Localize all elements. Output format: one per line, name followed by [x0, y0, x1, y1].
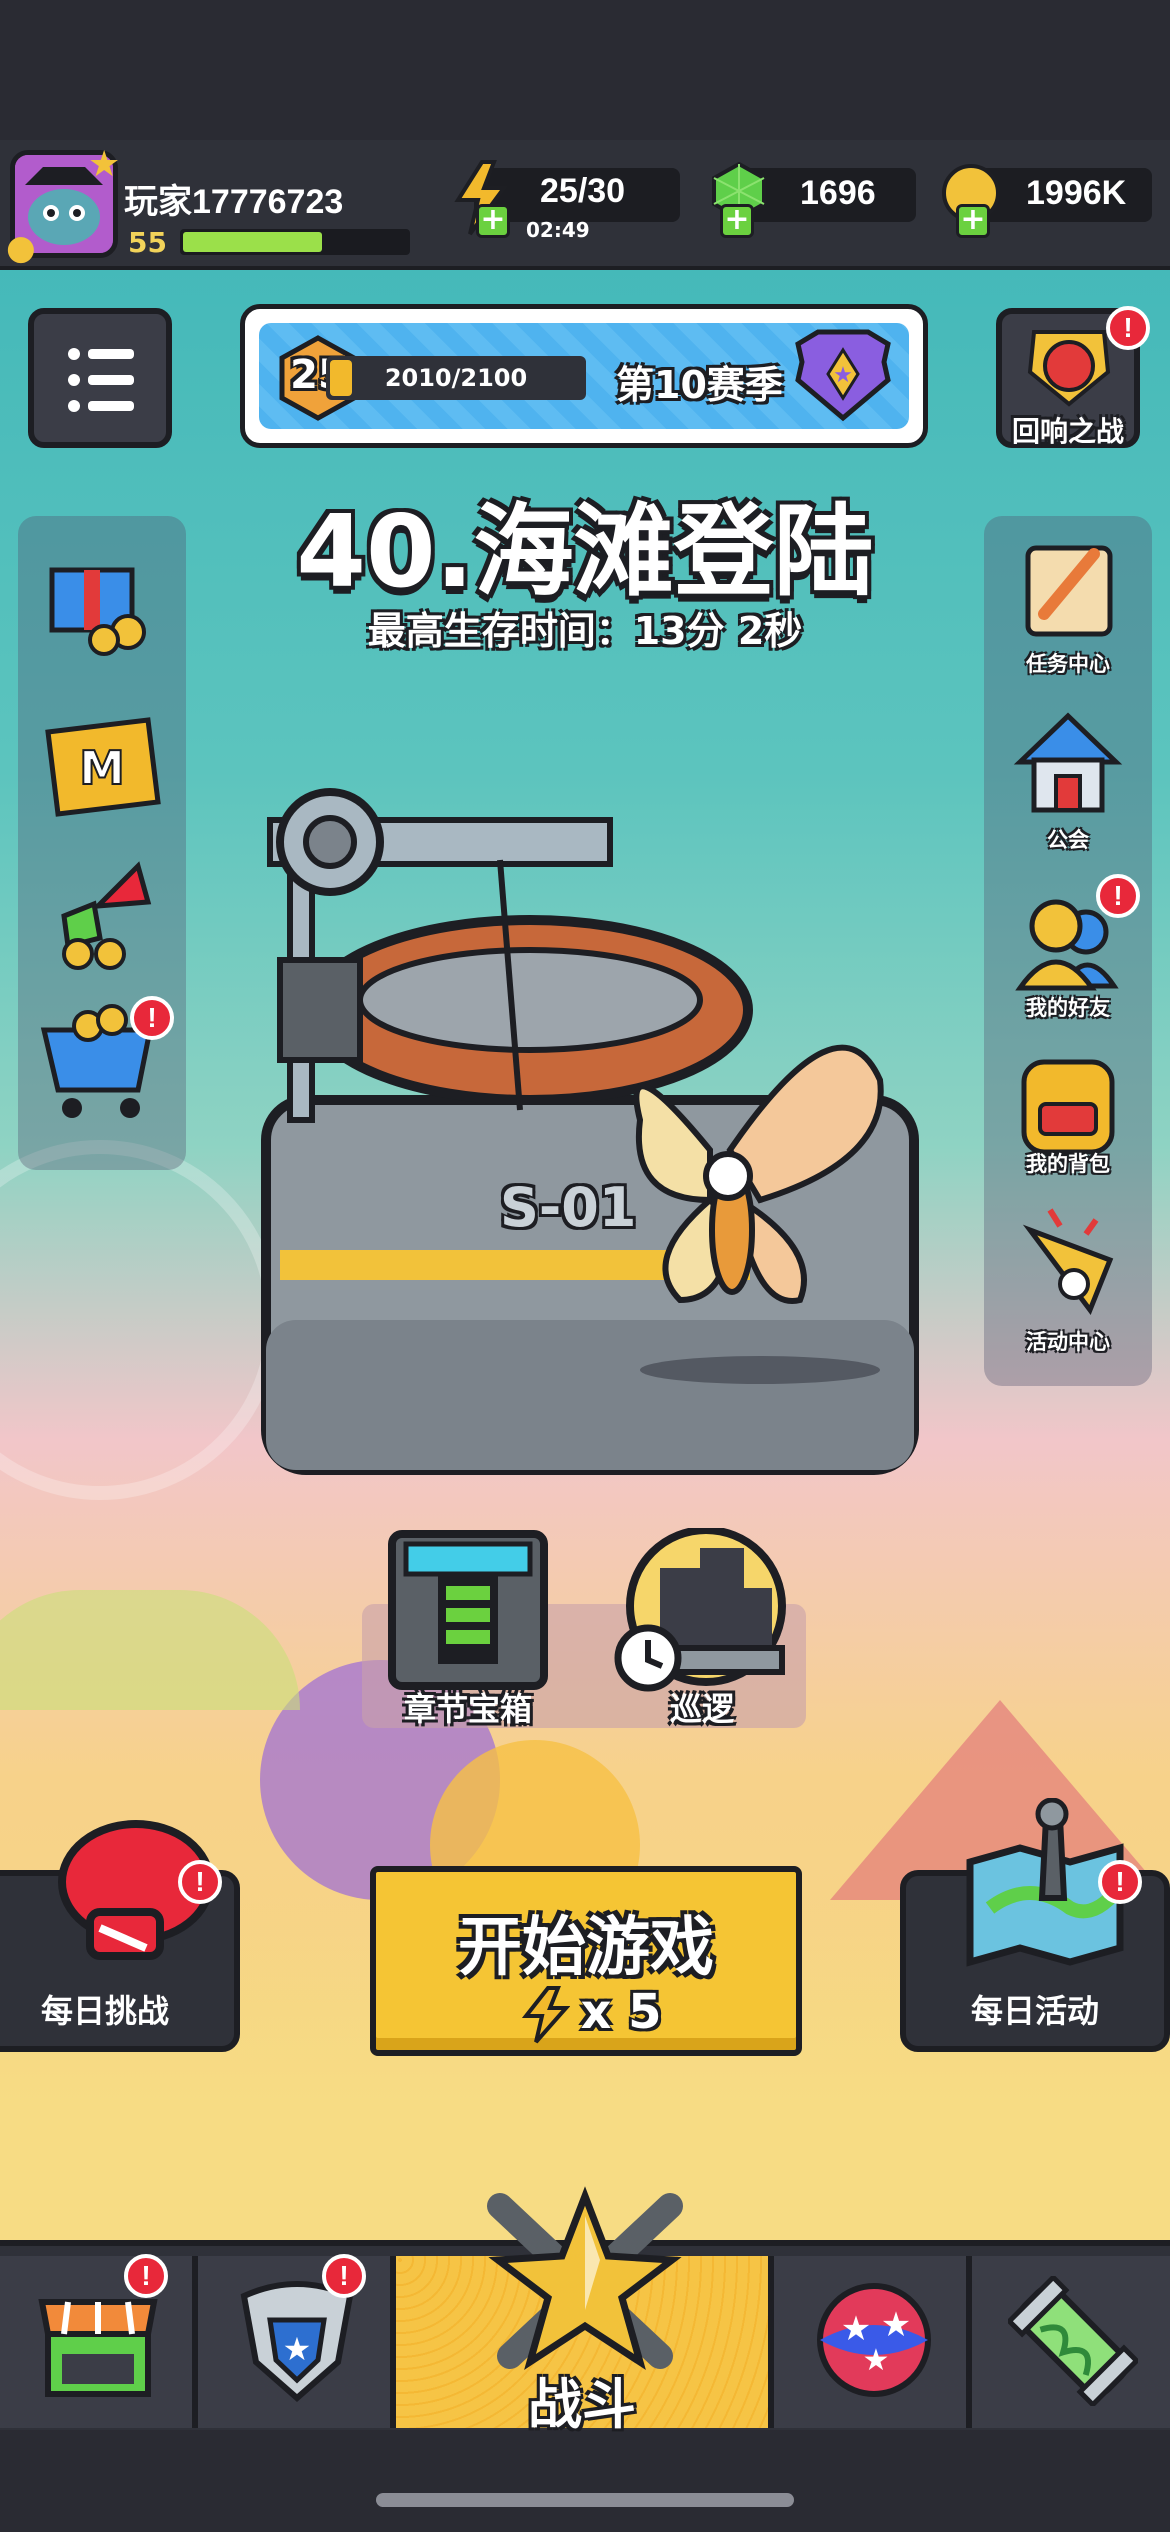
- add-energy-icon[interactable]: +: [476, 204, 510, 238]
- backpack-icon: [1021, 1059, 1115, 1155]
- energy-timer: 02:49: [526, 218, 590, 242]
- backpack-label: 我的背包: [1026, 1152, 1110, 1176]
- xp-bar-fill: [183, 232, 322, 252]
- svg-text:★: ★: [833, 363, 853, 388]
- nav-shop-badge: !: [124, 2254, 168, 2298]
- stage-illustration: [261, 788, 919, 1475]
- patrol-city-icon: [614, 1526, 786, 1692]
- start-game-label: 开始游戏: [458, 1911, 714, 1985]
- gift-button[interactable]: [38, 540, 168, 664]
- patrol-label: 巡逻: [669, 1690, 734, 1728]
- stage-scene: S-01: [260, 780, 920, 1480]
- xp-bar: [180, 229, 410, 255]
- menu-button[interactable]: [28, 308, 172, 448]
- daily-event-badge: !: [1098, 1860, 1142, 1904]
- echo-battle-label: 回响之战: [1011, 415, 1124, 448]
- event-center-label: 活动中心: [1026, 1330, 1110, 1354]
- guild-label: 公会: [1047, 828, 1089, 852]
- patrol-button[interactable]: 巡逻: [612, 1526, 792, 1728]
- add-coin-icon[interactable]: +: [956, 204, 990, 238]
- shop-cart-badge: !: [130, 996, 174, 1040]
- energy-value: 25/30: [540, 172, 626, 210]
- start-game-cost: x 5: [580, 1984, 662, 2040]
- svg-text:★: ★: [881, 2305, 911, 2345]
- daily-challenge-badge: !: [178, 1860, 222, 1904]
- coin-value: 1996K: [1026, 174, 1127, 212]
- party-horn-icon: [1022, 1208, 1114, 1316]
- tech-chest-icon: [388, 1530, 548, 1690]
- start-game-button[interactable]: 开始游戏 x 5: [370, 1866, 802, 2056]
- crossed-swords-star-icon: [487, 2186, 683, 2371]
- guild-button[interactable]: 公会: [1000, 706, 1136, 856]
- daily-event-label: 每日活动: [970, 1992, 1099, 2030]
- platform-code: S-01: [500, 1176, 637, 1239]
- guild-house-icon: [1013, 712, 1123, 813]
- status-bar: [0, 0, 1170, 140]
- season-shield-icon: ★: [795, 329, 891, 422]
- m-ticket-button[interactable]: M: [38, 706, 168, 830]
- svg-text:★: ★: [283, 2330, 312, 2368]
- upgrade-arrow-icon: [61, 861, 152, 970]
- friends-label: 我的好友: [1026, 996, 1110, 1020]
- event-center-button[interactable]: 活动中心: [1000, 1200, 1136, 1360]
- svg-text:★: ★: [863, 2343, 890, 2378]
- player-name: 玩家17776723: [124, 183, 344, 221]
- quest-scroll-icon: [1025, 545, 1113, 637]
- add-gem-icon[interactable]: +: [720, 204, 754, 238]
- chapter-chest-label: 章节宝箱: [403, 1690, 532, 1728]
- friends-badge: !: [1096, 874, 1140, 918]
- quest-center-button[interactable]: 任务中心: [1000, 534, 1136, 684]
- nav-talents[interactable]: ★ ★ ★: [774, 2256, 972, 2428]
- bottom-nav: ★ 战斗 ★ ★ ★: [0, 2186, 1170, 2436]
- dna-capsule-icon: [1008, 2276, 1138, 2406]
- nav-battle-label: 战斗: [528, 2373, 636, 2436]
- coin-pile-icon: ●: [6, 228, 36, 268]
- svg-text:M: M: [79, 741, 125, 795]
- m-ticket-icon: M: [45, 717, 161, 817]
- gem-value: 1696: [800, 174, 876, 212]
- nav-shop[interactable]: [0, 2256, 198, 2428]
- nav-battle[interactable]: 战斗: [396, 2186, 774, 2436]
- list-menu-icon: [68, 348, 134, 412]
- star-icon: ★: [88, 144, 121, 185]
- chapter-chest-button[interactable]: 章节宝箱: [388, 1530, 548, 1730]
- season-label: 第10赛季: [616, 363, 783, 407]
- nav-equipment[interactable]: ★: [198, 2256, 396, 2428]
- echo-battle-badge: !: [1106, 306, 1150, 350]
- nav-equipment-badge: !: [322, 2254, 366, 2298]
- backpack-button[interactable]: 我的背包: [1000, 1046, 1136, 1196]
- shop-stall-icon: [38, 2299, 158, 2397]
- daily-challenge-label: 每日挑战: [40, 1992, 169, 2030]
- player-level: 55: [128, 226, 167, 259]
- star-orb-icon: ★ ★ ★: [817, 2283, 931, 2397]
- upgrade-button[interactable]: [38, 846, 168, 980]
- quest-center-label: 任务中心: [1026, 652, 1110, 676]
- home-indicator[interactable]: [376, 2493, 794, 2507]
- devil-mask-icon: [1027, 330, 1111, 407]
- nav-evolution[interactable]: [972, 2256, 1170, 2428]
- season-progress-text: 2010/2100: [384, 364, 528, 392]
- gift-box-icon: [49, 567, 146, 656]
